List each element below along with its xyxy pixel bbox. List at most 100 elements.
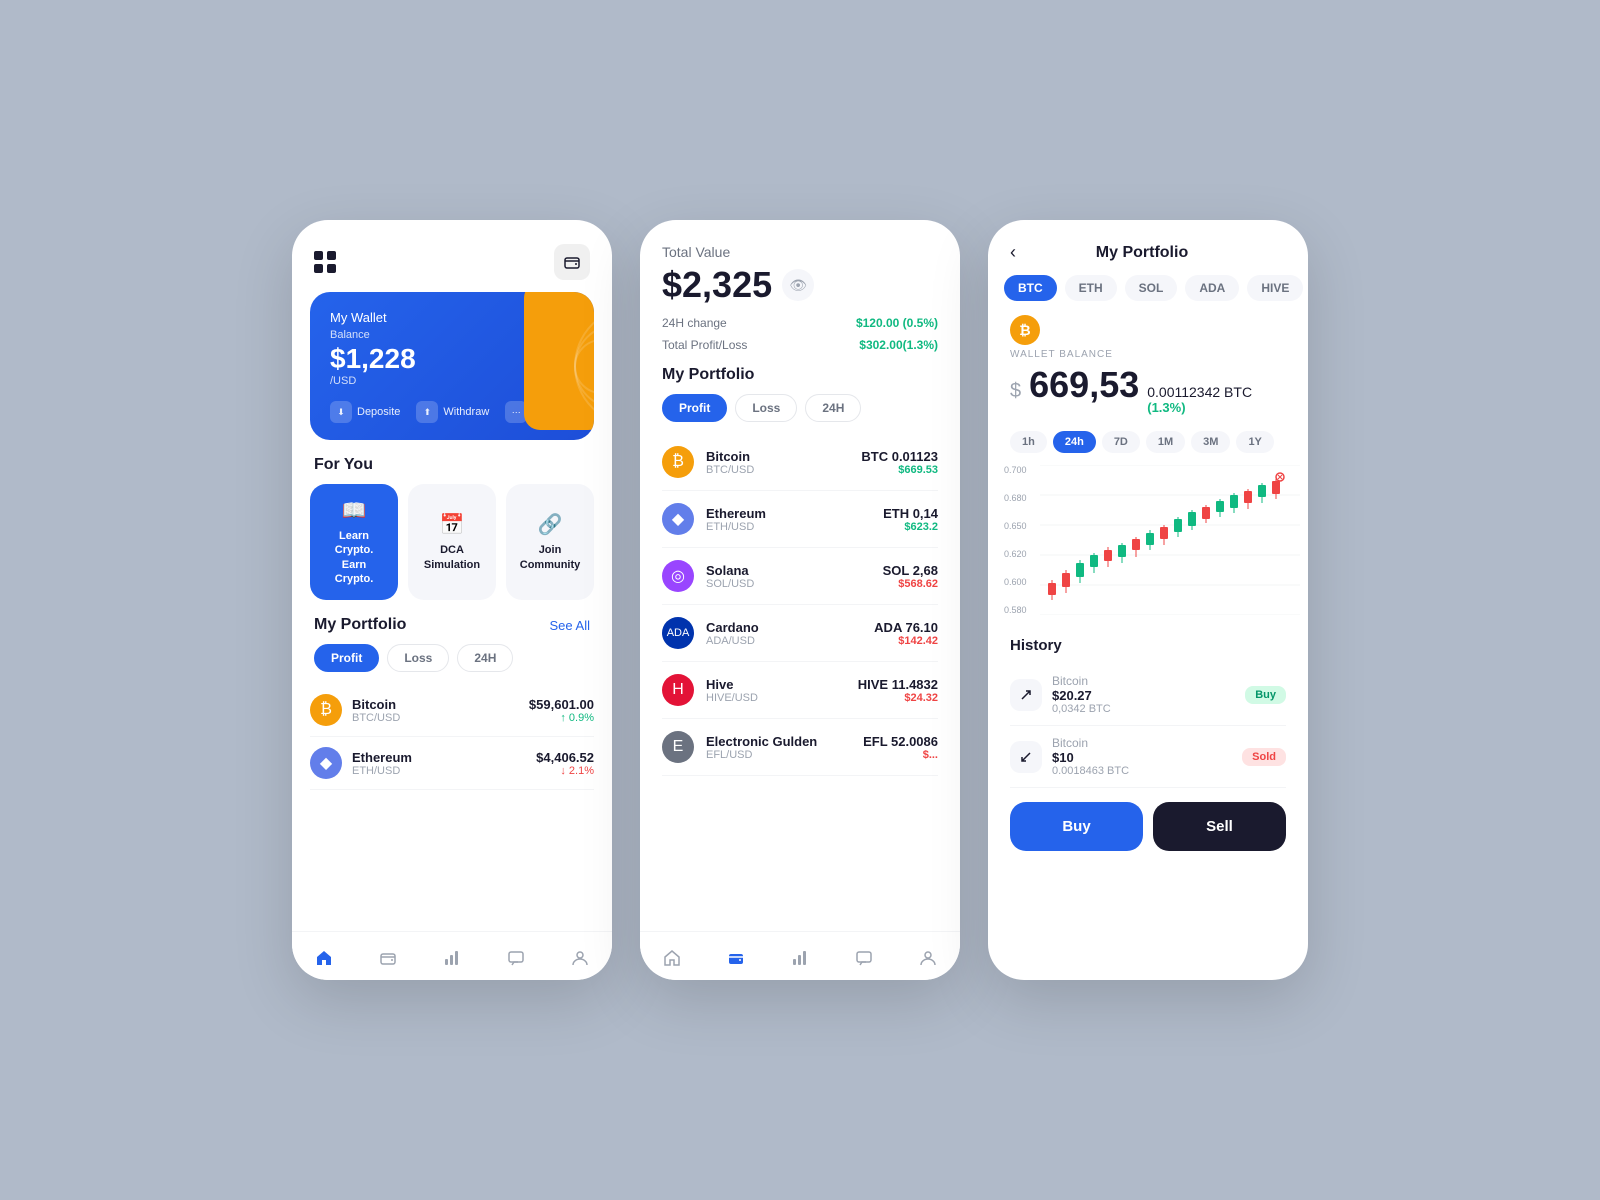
nav-chat[interactable] [504,946,528,970]
portfolio-title: My Portfolio [314,616,406,634]
p2-filter-profit[interactable]: Profit [662,394,727,422]
tab-sol[interactable]: SOL [1125,275,1178,301]
p3-header: ‹ My Portfolio [988,220,1308,275]
time-3m[interactable]: 3M [1191,431,1230,453]
p3-wallet-section: ₿ WALLET BALANCE $ 669,53 0.00112342 BTC… [988,315,1308,415]
p2-filter-tabs: Profit Loss 24H [662,394,938,434]
profit-loss-label: Total Profit/Loss [662,338,747,352]
p3-balance-btc: 0.00112342 BTC [1147,384,1252,400]
table-row[interactable]: ◎ Solana SOL/USD SOL 2,68 $568.62 [662,548,938,605]
filter-loss[interactable]: Loss [387,644,449,672]
nav-wallet[interactable] [376,946,400,970]
nav-user[interactable] [568,946,592,970]
filter-24h[interactable]: 24H [457,644,513,672]
p2-crypto-list: ₿ Bitcoin BTC/USD BTC 0.01123 $669.53 ◆ [662,434,938,776]
eth-price: $4,406.52 [536,750,594,765]
buy-arrow-icon [1010,679,1042,711]
hive-icon: H [662,674,694,706]
chart-y-labels: 0.700 0.680 0.650 0.620 0.600 0.580 [1004,465,1027,615]
deposit-action[interactable]: ⬇ Deposite [330,401,400,423]
dca-simulation-card[interactable]: 📅 DCA Simulation [408,484,496,600]
history-section: History Bitcoin $20.27 0,0342 BTC B [988,625,1308,788]
time-24h[interactable]: 24h [1053,431,1096,453]
wallet-balance-label: WALLET BALANCE [1010,349,1286,360]
tab-btc[interactable]: BTC [1004,275,1057,301]
eth-change: ↓ 2.1% [536,765,594,777]
join-community-card[interactable]: 🔗 Join Community [506,484,594,600]
nav-home[interactable] [312,946,336,970]
table-row[interactable]: ₿ Bitcoin BTC/USD BTC 0.01123 $669.53 [662,434,938,491]
history-item-buy[interactable]: Bitcoin $20.27 0,0342 BTC Buy [1010,664,1286,726]
btc-circle-icon: ₿ [1010,315,1040,345]
history-sub-2: 0.0018463 BTC [1052,765,1129,777]
btc-icon: ₿ [662,446,694,478]
sell-arrow-icon [1010,741,1042,773]
history-amount-2: $10 [1052,750,1129,765]
history-item-sell[interactable]: Bitcoin $10 0.0018463 BTC Sold [1010,726,1286,788]
eth-name: Ethereum [352,750,412,765]
phone-3: ‹ My Portfolio BTC ETH SOL ADA HIVE E ₿ … [988,220,1308,980]
p2-bottom-nav [640,931,960,980]
wallet-header-icon[interactable] [554,244,590,280]
p3-balance-main: 669,53 [1029,364,1139,406]
p3-balance-row: $ 669,53 0.00112342 BTC (1.3%) [1010,364,1286,415]
time-1m[interactable]: 1M [1146,431,1185,453]
filter-profit[interactable]: Profit [314,644,379,672]
portfolio-header: My Portfolio See All [292,600,612,644]
p2-nav-chart[interactable] [788,946,812,970]
buy-sell-row: Buy Sell [988,788,1308,869]
book-icon: 📖 [342,498,367,523]
table-row[interactable]: ADA Cardano ADA/USD ADA 76.10 $142.42 [662,605,938,662]
tab-ada[interactable]: ADA [1185,275,1239,301]
withdraw-action[interactable]: ⬆ Withdraw [416,401,489,423]
history-coin-2: Bitcoin [1052,736,1129,750]
back-button[interactable]: ‹ [1010,242,1016,263]
eth-icon: ◆ [662,503,694,535]
btc-name: Bitcoin [352,697,400,712]
p2-nav-home[interactable] [660,946,684,970]
p2-nav-user[interactable] [916,946,940,970]
buy-button[interactable]: Buy [1010,802,1143,851]
see-all-button[interactable]: See All [550,618,590,633]
sell-button[interactable]: Sell [1153,802,1286,851]
coin-tabs: BTC ETH SOL ADA HIVE E [988,275,1308,315]
btc-icon: ₿ [310,694,342,726]
table-row[interactable]: E Electronic Gulden EFL/USD EFL 52.0086 … [662,719,938,776]
screens-container: My Wallet Balance $1,228 /USD ⬇ Deposite… [292,220,1308,980]
change-24h-row: 24H change $120.00 (0.5%) [662,316,938,330]
nav-chart[interactable] [440,946,464,970]
balance-label: Balance [330,329,574,341]
time-1h[interactable]: 1h [1010,431,1047,453]
history-title: History [1010,637,1286,654]
table-row[interactable]: ◆ Ethereum ETH/USD $4,406.52 ↓ 2.1% [310,737,594,790]
sol-icon: ◎ [662,560,694,592]
grid-icon[interactable] [314,251,336,273]
join-community-label: Join Community [518,543,582,572]
learn-crypto-card[interactable]: 📖 Learn Crypto. Earn Crypto. [310,484,398,600]
table-row[interactable]: ₿ Bitcoin BTC/USD $59,601.00 ↑ 0.9% [310,684,594,737]
p2-filter-loss[interactable]: Loss [735,394,797,422]
profit-loss-row: Total Profit/Loss $302.00(1.3%) [662,338,938,352]
for-you-cards: 📖 Learn Crypto. Earn Crypto. 📅 DCA Simul… [292,484,612,600]
p2-filter-24h[interactable]: 24H [805,394,861,422]
community-icon: 🔗 [538,512,563,537]
p2-nav-wallet[interactable] [724,946,748,970]
table-row[interactable]: H Hive HIVE/USD HIVE 11.4832 $24.32 [662,662,938,719]
crypto-list: ₿ Bitcoin BTC/USD $59,601.00 ↑ 0.9% ◆ Et… [292,684,612,790]
btc-price: $59,601.00 [529,697,594,712]
tab-eth[interactable]: ETH [1065,275,1117,301]
buy-badge: Buy [1245,686,1286,704]
p2-portfolio-title: My Portfolio [662,366,938,384]
p2-nav-chat[interactable] [852,946,876,970]
table-row[interactable]: ◆ Ethereum ETH/USD ETH 0,14 $623.2 [662,491,938,548]
candlestick-chart-area: 0.700 0.680 0.650 0.620 0.600 0.580 [988,465,1308,625]
time-1y[interactable]: 1Y [1236,431,1273,453]
sold-badge: Sold [1242,748,1286,766]
tab-hive[interactable]: HIVE [1247,275,1303,301]
eth-pair: ETH/USD [352,765,412,777]
time-7d[interactable]: 7D [1102,431,1140,453]
wallet-card: My Wallet Balance $1,228 /USD ⬇ Deposite… [310,292,594,440]
eye-button[interactable]: 👁 [782,269,814,301]
eth-icon: ◆ [310,747,342,779]
ada-icon: ADA [662,617,694,649]
